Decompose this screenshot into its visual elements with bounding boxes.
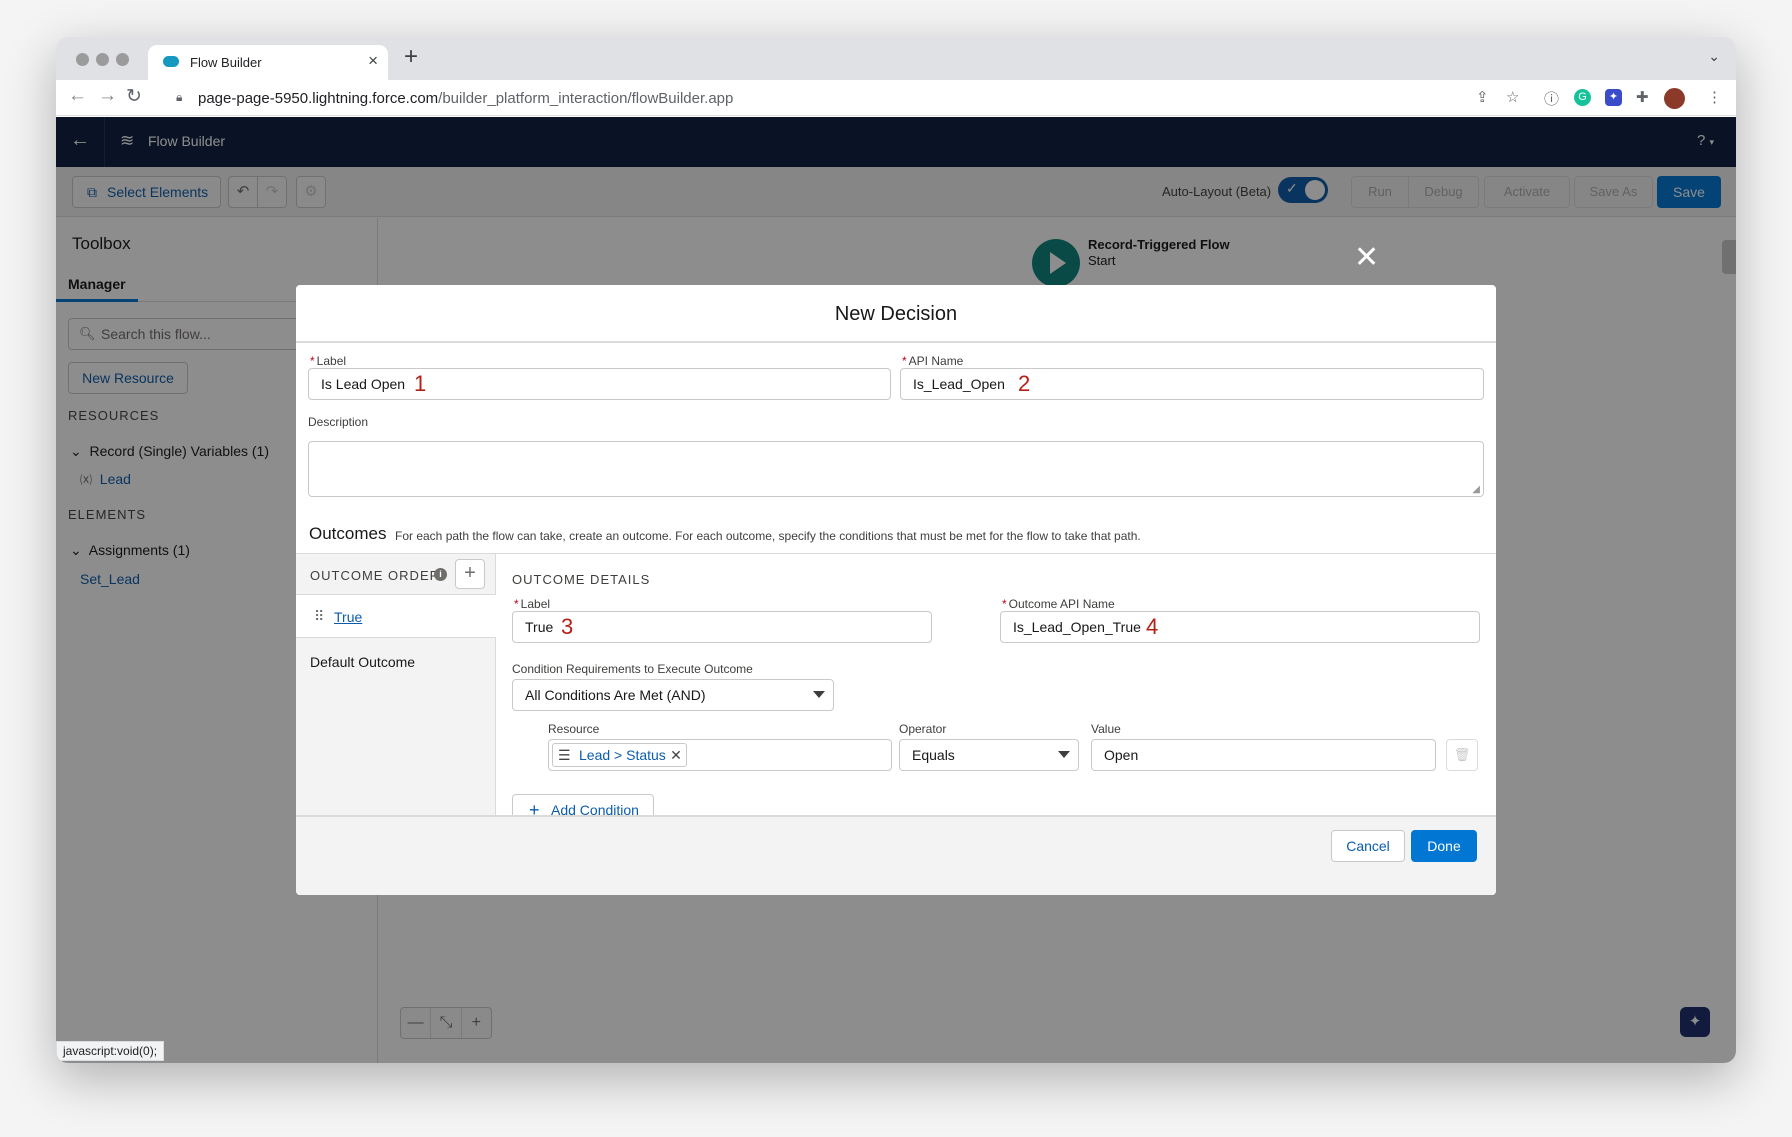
outcome-api-text: Outcome API Name: [1008, 597, 1115, 611]
api-name-field-label: * API Name: [902, 354, 963, 368]
outcome-label-field-label: * Label: [514, 597, 550, 611]
resize-grip-icon[interactable]: ◢: [1472, 484, 1480, 495]
operator-label: Operator: [899, 722, 947, 736]
label-field-text: Label: [316, 354, 347, 368]
add-outcome-button[interactable]: +: [455, 559, 485, 589]
status-bar: javascript:void(0);: [56, 1041, 165, 1061]
reload-icon[interactable]: ↻: [126, 85, 142, 108]
outcome-api-value: Is_Lead_Open_True: [1013, 619, 1141, 635]
description-textarea[interactable]: ◢: [308, 441, 1484, 497]
dropdown-caret-icon: [813, 691, 825, 698]
sparkle-extension-icon[interactable]: ✦: [1605, 89, 1622, 106]
value-label: Value: [1091, 722, 1121, 736]
extensions-puzzle-icon[interactable]: ✚: [1636, 88, 1649, 106]
outcome-api-name-input[interactable]: Is_Lead_Open_True: [1000, 611, 1480, 643]
info-icon[interactable]: i: [434, 568, 447, 581]
outcome-item-true[interactable]: ⠿ True: [296, 594, 496, 638]
bookmark-star-icon[interactable]: ☆: [1506, 88, 1519, 106]
condition-requirements-select[interactable]: All Conditions Are Met (AND): [512, 679, 834, 711]
outcome-details-title: OUTCOME DETAILS: [512, 572, 651, 587]
label-input-value: Is Lead Open: [321, 376, 406, 392]
required-marker: *: [310, 354, 315, 368]
url-field[interactable]: 🔒︎ page-page-5950.lightning.force.com/bu…: [166, 83, 1416, 113]
annotation-3: 3: [561, 614, 574, 639]
condition-requirements-value: All Conditions Are Met (AND): [525, 687, 706, 703]
modal-title: New Decision: [296, 285, 1496, 343]
operator-select[interactable]: Equals: [899, 739, 1079, 771]
outcome-order-label: OUTCOME ORDER: [310, 568, 440, 583]
tab-strip: Flow Builder × + ⌄: [56, 37, 1736, 80]
value-input-text: Open: [1104, 747, 1139, 763]
condition-requirements-label: Condition Requirements to Execute Outcom…: [512, 662, 753, 676]
outcome-label-value: True: [525, 619, 554, 635]
annotation-2: 2: [1018, 371, 1031, 396]
label-input[interactable]: Is Lead Open: [308, 368, 891, 400]
lock-icon: 🔒︎: [176, 90, 183, 104]
url-path: /builder_platform_interaction/flowBuilde…: [438, 90, 734, 107]
outcome-true-link[interactable]: True: [334, 609, 362, 625]
modal-footer: Cancel Done: [296, 815, 1496, 895]
remove-pill-icon[interactable]: ✕: [670, 744, 682, 766]
api-name-input[interactable]: Is_Lead_Open: [900, 368, 1484, 400]
maximize-window-button[interactable]: [116, 53, 129, 66]
close-tab-icon[interactable]: ×: [368, 51, 378, 71]
outcome-order-panel: OUTCOME ORDER i + ⠿ True Default Outcome: [296, 554, 496, 815]
salesforce-cloud-icon: [163, 56, 179, 67]
outcome-label-text: Label: [520, 597, 551, 611]
close-modal-icon[interactable]: ✕: [1354, 240, 1379, 275]
minimize-window-button[interactable]: [96, 53, 109, 66]
cancel-button[interactable]: Cancel: [1331, 830, 1405, 862]
required-marker: *: [902, 354, 907, 368]
back-arrow-icon[interactable]: ←: [68, 85, 87, 107]
outcomes-panel: OUTCOME ORDER i + ⠿ True Default Outcome…: [296, 553, 1496, 826]
browser-menu-icon[interactable]: ⋮: [1707, 88, 1722, 106]
close-window-button[interactable]: [76, 53, 89, 66]
browser-tab[interactable]: Flow Builder ×: [148, 45, 388, 80]
address-bar: ← → ↻ 🔒︎ page-page-5950.lightning.force.…: [56, 80, 1736, 116]
outcomes-title: Outcomes: [309, 524, 387, 543]
share-icon[interactable]: ⇪: [1476, 88, 1489, 106]
new-tab-button[interactable]: +: [404, 43, 418, 71]
annotation-4: 4: [1146, 614, 1159, 639]
grammarly-icon[interactable]: G: [1574, 89, 1591, 106]
resource-pill[interactable]: ☰ Lead > Status ✕: [552, 743, 687, 767]
resource-label: Resource: [548, 722, 600, 736]
outcome-item-default[interactable]: Default Outcome: [310, 654, 415, 670]
password-extension-icon[interactable]: ⓘ: [1544, 88, 1559, 109]
resource-combobox[interactable]: ☰ Lead > Status ✕: [548, 739, 892, 771]
list-icon: ☰: [558, 747, 571, 763]
operator-value: Equals: [912, 747, 955, 763]
resource-pill-text: Lead > Status: [579, 747, 666, 763]
annotation-1: 1: [414, 371, 427, 396]
required-marker: *: [1002, 597, 1007, 611]
label-field-label: * Label: [310, 354, 346, 368]
outcome-label-input[interactable]: True: [512, 611, 932, 643]
drag-handle-icon[interactable]: ⠿: [314, 608, 324, 625]
value-input[interactable]: Open: [1091, 739, 1436, 771]
required-marker: *: [514, 597, 519, 611]
outcomes-description: For each path the flow can take, create …: [395, 529, 1141, 543]
api-name-field-text: API Name: [908, 354, 964, 368]
delete-condition-icon[interactable]: 🗑︎: [1446, 739, 1478, 771]
profile-avatar[interactable]: [1664, 88, 1685, 109]
dropdown-caret-icon: [1058, 751, 1070, 758]
description-field-label: Description: [308, 415, 369, 429]
url-host: page-page-5950.lightning.force.com: [198, 90, 439, 107]
new-decision-modal: New Decision * Label Is Lead Open 1 * API …: [296, 285, 1496, 895]
browser-window: Flow Builder × + ⌄ ← → ↻ 🔒︎ page-page-59…: [56, 37, 1736, 1063]
done-button[interactable]: Done: [1411, 830, 1477, 862]
url-text: page-page-5950.lightning.force.com/build…: [198, 90, 733, 107]
outcome-api-field-label: * Outcome API Name: [1002, 597, 1115, 611]
api-name-input-value: Is_Lead_Open: [913, 376, 1005, 392]
tab-title: Flow Builder: [190, 55, 262, 70]
forward-arrow-icon[interactable]: →: [98, 85, 117, 107]
tab-search-chevron-icon[interactable]: ⌄: [1708, 48, 1720, 65]
